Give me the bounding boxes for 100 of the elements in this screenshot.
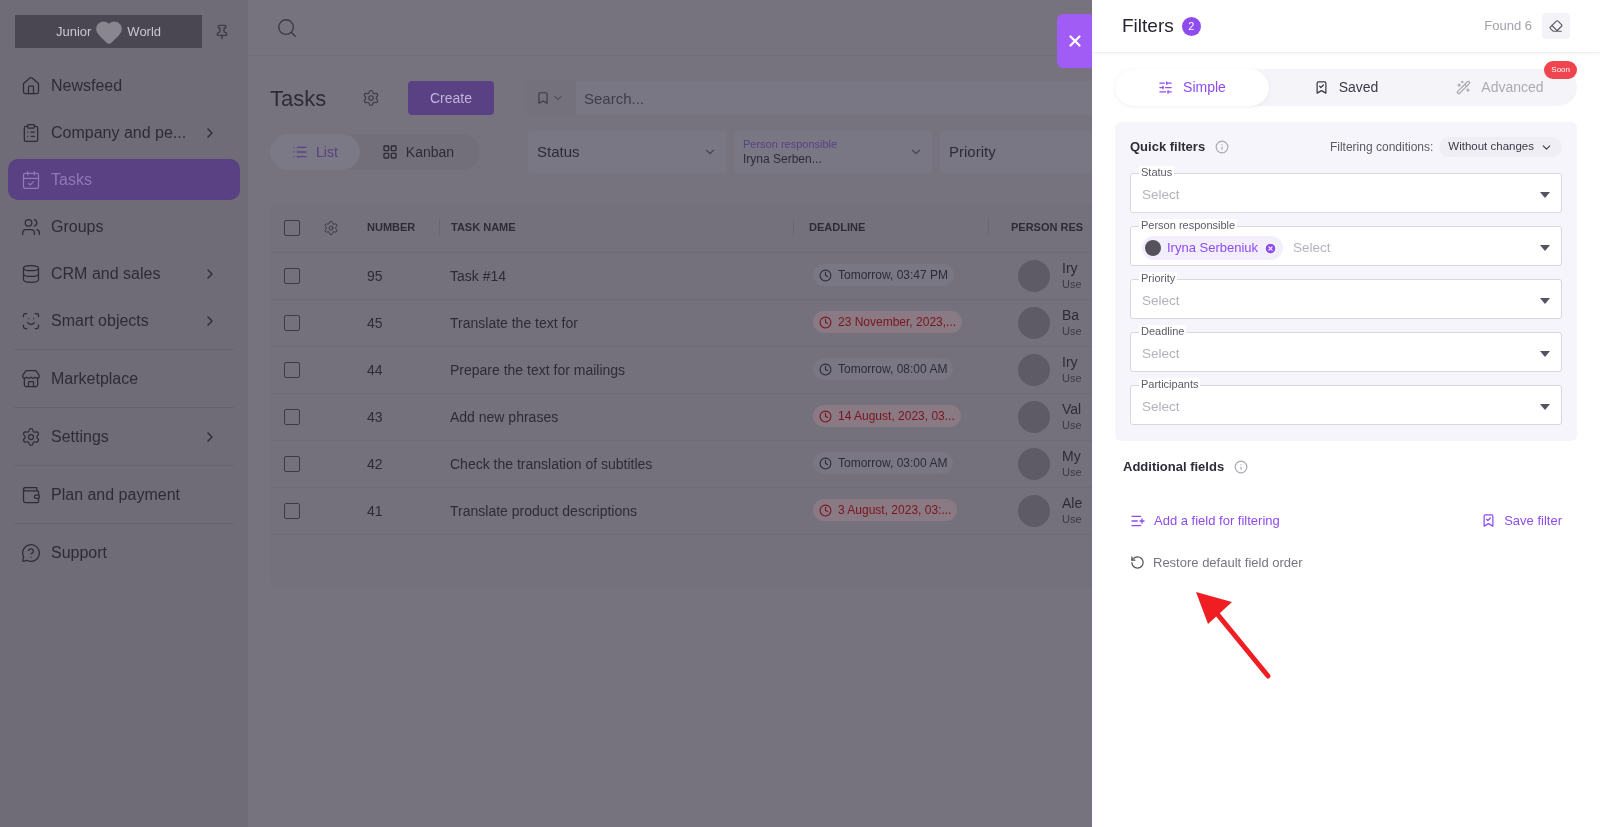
wallet-icon [21, 484, 41, 505]
nav-item[interactable]: Tasks [8, 159, 240, 200]
person-role: Use [1062, 512, 1082, 527]
create-button[interactable]: Create [408, 81, 494, 115]
logo: Junior World [15, 15, 202, 48]
clock-icon [819, 362, 832, 376]
soon-badge: Soon [1544, 61, 1577, 79]
nav-item[interactable]: Smart objects [8, 300, 240, 341]
table-cell: 95 [367, 267, 383, 284]
caret-icon [1540, 245, 1550, 251]
nav-item[interactable]: Settings [8, 416, 240, 457]
bookmark-icon [536, 91, 550, 105]
clock-icon [819, 456, 832, 470]
avatar [1145, 240, 1161, 256]
pin-icon[interactable] [214, 23, 230, 40]
settings-icon[interactable] [362, 89, 380, 107]
person-chip[interactable]: Iryna Serbeniuk [1142, 236, 1284, 260]
count-badge: 2 [1181, 16, 1201, 36]
panel-title: Filters [1122, 13, 1174, 38]
settings-icon [21, 426, 41, 447]
table-cell: 44 [367, 361, 383, 378]
table-cell: Prepare the text for mailings [450, 361, 626, 378]
info-icon[interactable] [1234, 460, 1249, 474]
nav-item[interactable]: Plan and payment [8, 474, 240, 515]
page-title: Tasks [270, 84, 328, 113]
view-tab[interactable]: List [270, 134, 360, 170]
caret-icon [1540, 351, 1550, 357]
checkbox[interactable] [284, 219, 300, 236]
table-cell: 41 [367, 502, 383, 519]
field-label: Status [1139, 166, 1175, 179]
deadline-chip: Tomorrow, 03:47 PM [813, 264, 955, 287]
person-role: Use [1062, 465, 1082, 480]
restore-order-link[interactable]: Restore default field order [1130, 552, 1303, 572]
column-header: TASK NAME [451, 221, 516, 234]
search-icon[interactable] [276, 16, 298, 39]
sliders-icon [1158, 80, 1174, 95]
help-icon [21, 542, 41, 563]
deadline-chip: 23 November, 2023,... [813, 311, 963, 334]
filter-select[interactable]: Status [528, 131, 726, 173]
nav-item[interactable]: Support [8, 532, 240, 573]
checkbox[interactable] [284, 503, 300, 519]
section-title: Additional fields [1123, 458, 1225, 477]
person-role: Use [1062, 418, 1082, 433]
checkbox[interactable] [284, 409, 300, 425]
person-name: Val [1062, 401, 1082, 417]
store-icon [21, 368, 41, 389]
save-filter-link[interactable]: Save filter [1481, 511, 1562, 531]
table-cell: Translate the text for [450, 314, 578, 331]
conditions-dropdown[interactable]: Without changes [1439, 137, 1562, 157]
caret-icon [1540, 298, 1550, 304]
info-icon[interactable] [1215, 140, 1230, 154]
table-cell: Task #14 [450, 267, 507, 284]
add-field-link[interactable]: Add a field for filtering [1130, 511, 1280, 531]
checkbox[interactable] [284, 362, 300, 378]
close-button[interactable] [1057, 14, 1092, 68]
restore-icon [1130, 554, 1145, 570]
remove-icon[interactable] [1264, 241, 1278, 255]
filter-select[interactable]: Priority [940, 131, 1092, 173]
view-tab[interactable]: Kanban [359, 134, 477, 170]
clear-button[interactable] [1542, 13, 1570, 39]
table-cell: Translate product descriptions [450, 502, 638, 519]
select-placeholder: Select [1142, 291, 1180, 310]
person-name: My [1062, 448, 1081, 464]
clock-icon [819, 503, 832, 517]
column-header: DEADLINE [809, 221, 866, 234]
deadline-chip: 3 August, 2023, 03:... [813, 499, 958, 522]
grid-icon [381, 144, 398, 160]
checkbox[interactable] [284, 268, 300, 284]
person-name: Ale [1062, 495, 1083, 511]
caret-icon [1540, 404, 1550, 410]
scan-icon [21, 310, 41, 331]
settings-icon[interactable] [323, 219, 339, 236]
person-name: Iry [1062, 354, 1078, 370]
filter-tab[interactable]: Simple [1115, 69, 1269, 106]
bookmark-icon [1313, 80, 1329, 95]
nav-item[interactable]: Marketplace [8, 358, 240, 399]
table-cell: 45 [367, 314, 383, 331]
table-cell: Add new phrases [450, 408, 559, 425]
person-role: Use [1062, 371, 1082, 386]
table-cell: 43 [367, 408, 383, 425]
checkbox[interactable] [284, 315, 300, 331]
caret-icon [1540, 192, 1550, 198]
table-cell: Check the translation of subtitles [450, 455, 653, 472]
nav-item[interactable]: Company and pe... [8, 112, 240, 153]
nav-item[interactable]: Newsfeed [8, 65, 240, 106]
column-header: NUMBER [367, 220, 417, 236]
clock-icon [819, 409, 832, 423]
found-count: Found 6 [1484, 17, 1532, 36]
calendar-check-icon [21, 169, 41, 190]
column-header: PERSON RES [1011, 221, 1084, 234]
person-role: Use [1062, 277, 1082, 292]
person-role: Use [1062, 324, 1082, 339]
filter-tab[interactable]: Saved [1269, 69, 1423, 106]
search-field[interactable]: Search... [576, 81, 1092, 115]
clock-icon [819, 268, 832, 282]
section-title: Quick filters [1130, 138, 1206, 157]
nav-item[interactable]: Groups [8, 206, 240, 247]
field-label: Person responsible [1139, 219, 1238, 232]
nav-item[interactable]: CRM and sales [8, 253, 240, 294]
checkbox[interactable] [284, 456, 300, 472]
